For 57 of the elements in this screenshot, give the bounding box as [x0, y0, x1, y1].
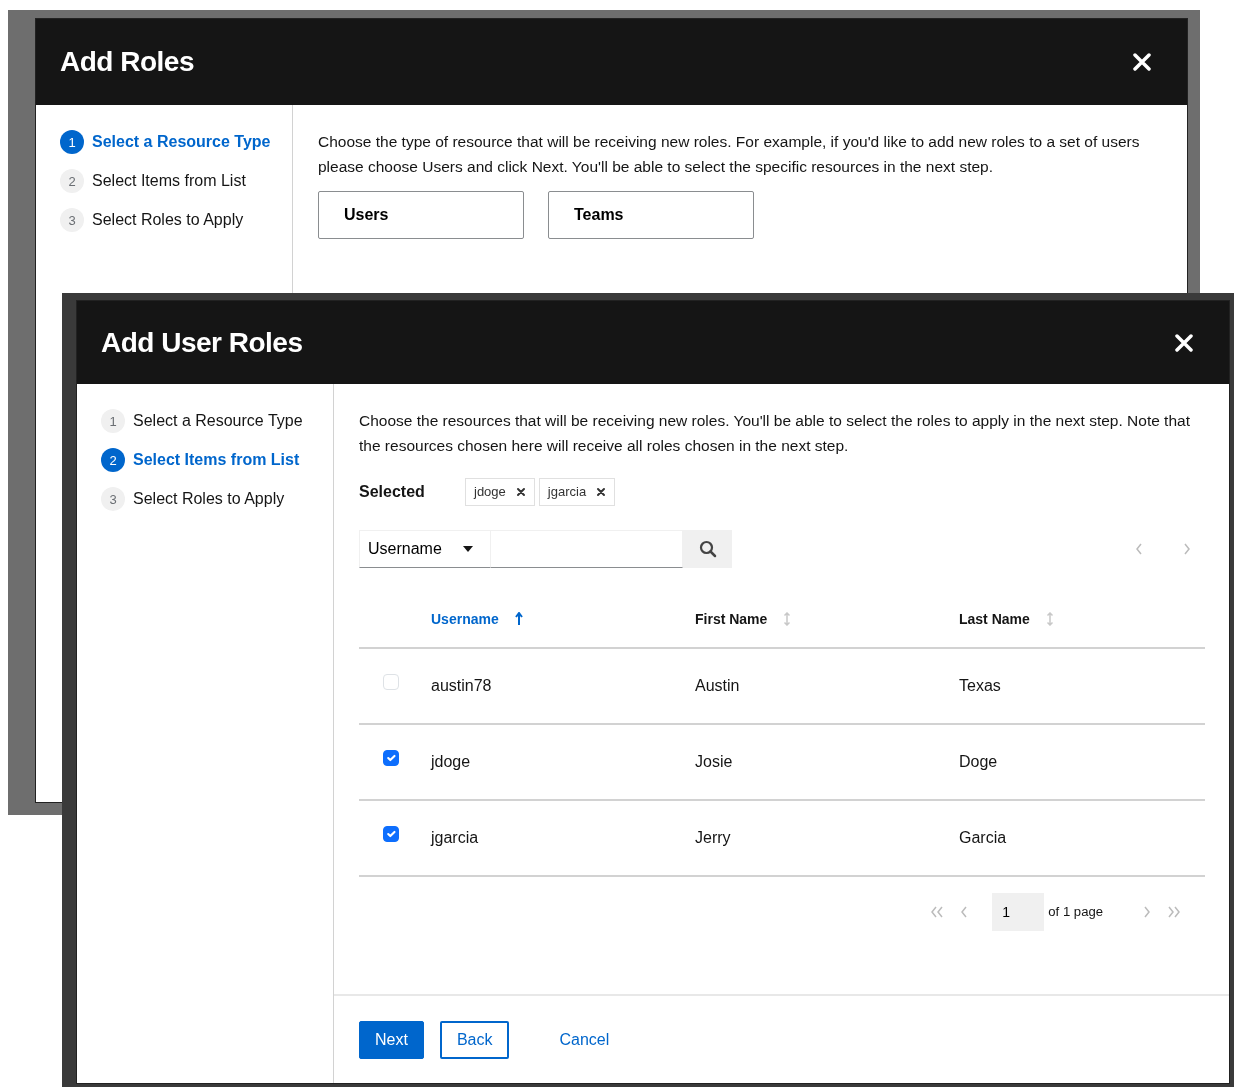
- chevron-right-icon[interactable]: [1183, 542, 1191, 555]
- page-input[interactable]: 1: [992, 892, 1045, 931]
- step-number: 1: [101, 409, 125, 433]
- step-number: 1: [60, 130, 84, 154]
- search-icon: [698, 539, 717, 558]
- wizard-step[interactable]: Select a Resource Type: [92, 129, 271, 154]
- description-text: Choose the resources that will be receiving new roles. You'll be able to select the roles to apply in the next step. Note that the resources chosen here will receive all roles chosen in the next step.: [359, 411, 1191, 456]
- step-number: 3: [60, 208, 84, 232]
- dialog-title: Add User Roles: [101, 325, 303, 360]
- chevron-left-icon[interactable]: [960, 905, 969, 918]
- table-cell: Doge: [959, 752, 998, 770]
- resource-type-button[interactable]: Teams: [548, 191, 754, 239]
- filter-dropdown[interactable]: Username: [359, 529, 491, 568]
- table-cell: jdoge: [431, 752, 471, 770]
- table-cell: Josie: [695, 752, 733, 770]
- cancel-link[interactable]: Cancel: [525, 1022, 644, 1058]
- resource-type-button[interactable]: Users: [318, 191, 524, 239]
- table-cell: Jerry: [695, 828, 731, 846]
- chip-label: jgarcia: [547, 483, 587, 501]
- next-button[interactable]: Next: [359, 1021, 424, 1059]
- close-icon[interactable]: [596, 486, 607, 497]
- close-button[interactable]: [1175, 333, 1193, 352]
- description-text: Choose the type of resource that will be receiving new roles. For example, if you'd like to add new roles to a set of users please choose Users and click Next. You'll be able to select the specific resources in the next step.: [318, 132, 1141, 177]
- search-field[interactable]: [491, 529, 683, 568]
- close-icon: [1133, 53, 1151, 71]
- search-button[interactable]: [683, 529, 732, 568]
- back-button[interactable]: Back: [439, 1021, 510, 1059]
- row-checkbox[interactable]: [383, 749, 399, 766]
- page-count: of 1 page: [1048, 902, 1103, 921]
- wizard-step[interactable]: Select Roles to Apply: [92, 207, 244, 232]
- table-cell: Austin: [695, 676, 740, 694]
- table-cell: Garcia: [959, 828, 1007, 846]
- close-button[interactable]: [1133, 53, 1151, 71]
- last-page-icon[interactable]: [1167, 905, 1181, 918]
- selected-label: Selected: [359, 481, 426, 502]
- caret-icon: [462, 544, 474, 553]
- step-number: 3: [101, 487, 125, 511]
- wizard-step[interactable]: Select a Resource Type: [133, 408, 303, 433]
- wizard-step[interactable]: Select Items from List: [133, 447, 300, 472]
- first-page-icon[interactable]: [930, 905, 945, 918]
- table-cell: jgarcia: [431, 828, 479, 846]
- close-icon: [1175, 333, 1193, 352]
- step-number: 2: [60, 169, 84, 193]
- chip-label: jdoge: [474, 483, 506, 501]
- column-header[interactable]: First Name: [695, 608, 768, 630]
- close-icon[interactable]: [515, 486, 526, 497]
- row-checkbox[interactable]: [383, 825, 399, 842]
- chevron-right-icon[interactable]: [1143, 905, 1151, 918]
- dialog-title: Add Roles: [60, 45, 194, 79]
- wizard-step[interactable]: Select Items from List: [92, 168, 246, 193]
- step-number: 2: [101, 448, 125, 472]
- table-cell: Texas: [959, 676, 1001, 694]
- column-header[interactable]: Username: [431, 608, 499, 630]
- table-cell: austin78: [431, 676, 492, 694]
- column-header[interactable]: Last Name: [959, 608, 1030, 630]
- chevron-left-icon[interactable]: [1135, 542, 1143, 555]
- wizard-step[interactable]: Select Roles to Apply: [133, 486, 285, 511]
